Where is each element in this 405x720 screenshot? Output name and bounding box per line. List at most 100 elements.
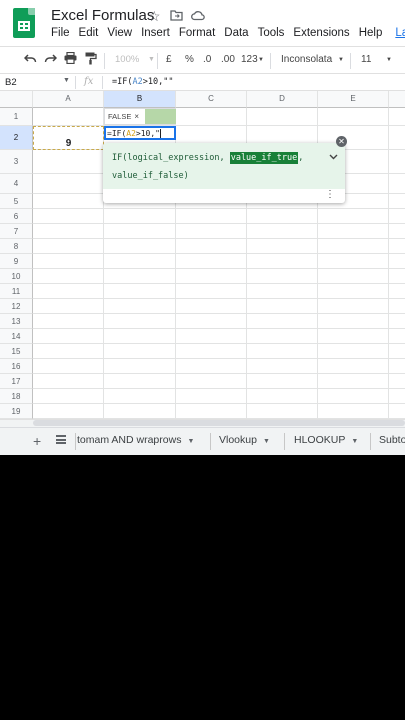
menu-data[interactable]: Data [224,27,248,39]
percent-button[interactable]: % [185,54,194,65]
sheet-tab[interactable]: HLOOKUP ▼ [294,434,358,446]
signature-comma: , [298,153,304,163]
row-header[interactable]: 7 [0,224,33,239]
formula-bar: B2 ▼ fx =IF(A2>10,"" [0,73,405,91]
grid-line [33,358,405,359]
grid-line [33,313,405,314]
row-header[interactable]: 8 [0,239,33,254]
sheet-tabs-bar: + tomam AND wraprows ▼ Vlookup ▼ HLOOKUP ▼ … [0,427,405,455]
row-header[interactable]: 10 [0,269,33,284]
star-icon[interactable]: ☆ [148,8,161,25]
zoom-select[interactable]: 100% [115,54,139,65]
grid-line [33,328,405,329]
menu-view[interactable]: View [107,27,132,39]
menu-help[interactable]: Help [359,27,383,39]
column-header-d[interactable]: D [247,91,318,108]
divider [102,76,103,89]
undo-icon[interactable] [23,52,37,67]
close-preview-icon[interactable]: × [134,112,139,121]
toolbar: 100% ▼ £ % .0 .00 123 ▼ Inconsolata ▼ 11… [0,46,405,73]
grid-line [33,373,405,374]
grid-line [33,238,405,239]
sheet-tab[interactable]: tomam AND wraprows ▼ [77,434,194,446]
sheets-logo-icon[interactable] [13,8,35,38]
font-size-select[interactable]: 11 [361,54,371,65]
formula-text-suffix: >10,"" [142,77,174,87]
more-options-icon[interactable]: ⋮ [325,190,335,200]
tab-divider [370,433,371,450]
expand-chevron-icon[interactable] [329,152,338,162]
formula-input[interactable]: =IF(A2>10,"" [112,77,173,87]
row-header[interactable]: 1 [0,108,33,126]
cell-b2-editor[interactable]: =IF(A2>10," [104,126,176,140]
menu-edit[interactable]: Edit [79,27,99,39]
column-header-a[interactable]: A [33,91,104,108]
grid-line [33,343,405,344]
decrease-decimal-button[interactable]: .0 [203,54,211,65]
row-header[interactable]: 6 [0,209,33,224]
name-box[interactable]: B2 [5,77,17,88]
menu-format[interactable]: Format [179,27,215,39]
sheet-tab-label: Subto [379,434,405,446]
text-cursor [160,129,161,138]
chevron-down-icon: ▼ [386,57,392,63]
row-header[interactable]: 9 [0,254,33,269]
menu-extensions[interactable]: Extensions [293,27,349,39]
all-sheets-icon[interactable] [56,435,66,444]
last-edit-link[interactable]: Last ed [395,27,405,39]
row-header[interactable]: 2 [0,126,33,150]
menu-insert[interactable]: Insert [141,27,170,39]
chevron-down-icon: ▼ [338,57,344,63]
column-header-e[interactable]: E [318,91,389,108]
row-header[interactable]: 16 [0,359,33,374]
sheet-tab[interactable]: Vlookup ▼ [219,434,270,446]
row-header[interactable]: 4 [0,174,33,194]
menu-file[interactable]: File [51,27,70,39]
column-header-f[interactable] [389,91,405,108]
formula-text-ref: A2 [132,77,143,87]
signature-start: IF(logical_expression, [112,153,230,163]
close-help-icon[interactable]: ✕ [336,136,347,147]
cell-b2-prefix: =IF( [107,129,127,138]
tab-divider [210,433,211,450]
divider [75,76,76,89]
move-folder-icon[interactable] [170,8,183,24]
grid-line [33,283,405,284]
row-header[interactable]: 18 [0,389,33,404]
row-header[interactable]: 5 [0,194,33,209]
row-header[interactable]: 15 [0,344,33,359]
paint-format-icon[interactable] [85,52,97,68]
redo-icon[interactable] [44,52,58,67]
add-sheet-icon[interactable]: + [33,433,41,449]
grid-line [388,108,389,419]
row-header[interactable]: 13 [0,314,33,329]
cell-a2[interactable]: 9 [33,126,104,150]
document-title[interactable]: Excel Formulas [51,7,154,24]
menu-tools[interactable]: Tools [258,27,285,39]
print-icon[interactable] [64,51,77,67]
grid-line [33,208,405,209]
row-header[interactable]: 17 [0,374,33,389]
row-header[interactable]: 19 [0,404,33,419]
font-select[interactable]: Inconsolata [281,54,332,65]
signature-line-2: value_if_false) [112,171,189,181]
currency-button[interactable]: £ [166,54,172,65]
cloud-status-icon[interactable] [191,8,205,24]
select-all-corner[interactable] [0,91,33,108]
column-header-c[interactable]: C [176,91,247,108]
scrollbar-thumb[interactable] [33,420,405,426]
sheets-screen: Excel Formulas ☆ File Edit View Insert F… [0,0,405,455]
more-formats-button[interactable]: 123 [241,54,258,65]
grid-line [33,253,405,254]
row-header[interactable]: 14 [0,329,33,344]
increase-decimal-button[interactable]: .00 [221,54,235,65]
row-header[interactable]: 12 [0,299,33,314]
sheet-tab[interactable]: Subto [379,434,405,446]
chevron-down-icon: ▼ [262,438,270,445]
row-header[interactable]: 3 [0,150,33,174]
chevron-down-icon[interactable]: ▼ [63,77,70,84]
column-header-b[interactable]: B [104,91,176,108]
chevron-down-icon: ▼ [148,56,155,63]
toolbar-divider [350,53,351,69]
row-header[interactable]: 11 [0,284,33,299]
